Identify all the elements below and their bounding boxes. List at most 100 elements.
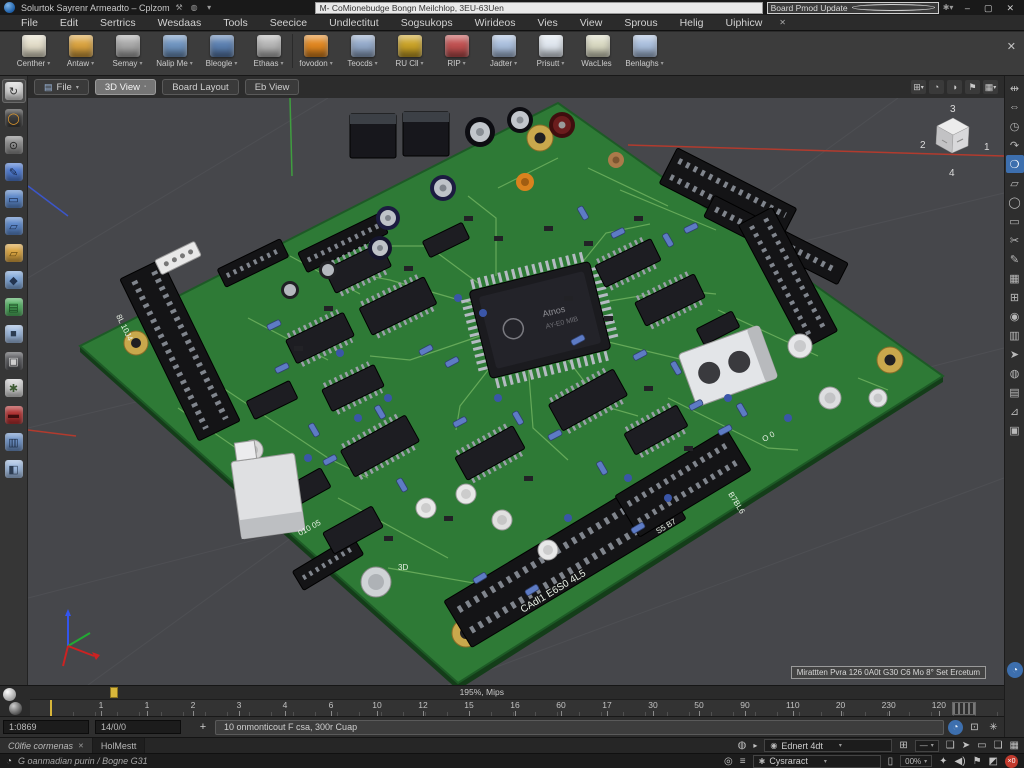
tab-3d-view[interactable]: 3D View ▪ <box>95 79 156 95</box>
material-sphere-white-icon[interactable] <box>3 688 16 701</box>
image-slot-icon[interactable]: ▦ <box>1010 740 1019 751</box>
comment-field[interactable]: 10 onmonticout F csa, 300r Cuap <box>215 720 944 735</box>
tools-dropdown-icon[interactable]: ✱▾ <box>943 2 954 13</box>
search-icon[interactable] <box>852 4 935 11</box>
menu-item[interactable]: Vies <box>526 15 568 31</box>
timeline-keyframe-marker[interactable] <box>110 687 118 698</box>
knife-icon[interactable]: ✂ <box>1006 231 1024 249</box>
tab-board-layout[interactable]: Board Layout <box>162 79 239 95</box>
toolbar-item[interactable]: Nalip Me ▾ <box>151 34 198 68</box>
expand-arrow-icon[interactable]: ▸ <box>753 741 757 750</box>
menu-item[interactable]: Tools <box>212 15 259 31</box>
svg-text:4[interactable]: 4 <box>949 168 955 179</box>
toolbar-item[interactable]: Bleogle ▾ <box>198 34 245 68</box>
left-tool[interactable]: ▱ <box>2 214 26 238</box>
toolbar-item[interactable]: Jadter ▾ <box>480 34 527 68</box>
left-tool[interactable]: ▭ <box>2 187 26 211</box>
toolbar-item[interactable]: fovodon ▾ <box>292 34 339 68</box>
transform-width-icon[interactable]: ⇹ <box>1006 79 1024 97</box>
folder-icon[interactable]: ▭ <box>1006 212 1024 230</box>
book-icon[interactable]: ▤ <box>1006 383 1024 401</box>
clipboard-icon[interactable]: ◑ <box>947 80 962 94</box>
copy-grid-icon[interactable]: ⊞ <box>899 740 907 751</box>
menu-item[interactable]: Sprous <box>613 15 668 31</box>
left-tool[interactable]: ▣ <box>2 349 26 373</box>
menu-item[interactable]: Sertrics <box>89 15 147 31</box>
clone-stamp-icon[interactable]: ⊞ <box>1006 288 1024 306</box>
toolbar-item[interactable]: Antaw ▾ <box>57 34 104 68</box>
globe-icon[interactable]: ◍ <box>189 2 200 13</box>
history-clock-icon[interactable]: ◷ <box>1006 117 1024 135</box>
column-chart-icon[interactable]: ▥ <box>1006 326 1024 344</box>
left-tool[interactable]: ◯ <box>2 106 26 130</box>
left-tool[interactable]: ▥ <box>2 430 26 454</box>
timeline-end-marker[interactable] <box>952 702 976 715</box>
sync-status-icon[interactable]: ◔ <box>948 720 963 735</box>
add-keyframe-button[interactable]: + <box>195 720 211 734</box>
render-profile-dropdown[interactable]: ✱ Cysraract ▾ <box>753 755 881 768</box>
panel-grid-icon[interactable]: ▣ <box>1006 421 1024 439</box>
swirl-brush-icon[interactable]: ◉ <box>1006 307 1024 325</box>
material-sphere-dark-icon[interactable] <box>9 702 22 715</box>
titlebar-caret-icon[interactable]: ▾ <box>204 2 215 13</box>
menu-tab-close-icon[interactable]: ✕ <box>773 18 792 27</box>
tab-console[interactable]: C0lfie cormenas ✕ <box>0 738 93 754</box>
menu-item[interactable]: Wirideos <box>464 15 527 31</box>
menu-item[interactable]: Seecice <box>259 15 318 31</box>
reel-icon[interactable]: ◎ <box>724 756 733 767</box>
svg-text:2[interactable]: 2 <box>920 140 926 151</box>
search-input[interactable]: Board Pmod Update <box>767 2 939 14</box>
pcb-board[interactable]: Atnos AY-E0 MlB <box>80 103 943 685</box>
preset-dropdown[interactable]: ◉ Ednert 4dt ▾ <box>764 739 892 752</box>
menu-item[interactable]: Edit <box>49 15 89 31</box>
toolbar-item[interactable]: Benlaghs ▾ <box>621 34 668 68</box>
menu-item[interactable]: Undlectitut <box>318 15 390 31</box>
toolbar-item[interactable]: Ethaas ▾ <box>245 34 292 68</box>
menu-item[interactable]: Helig <box>669 15 715 31</box>
menu-item[interactable]: Uiphicw <box>715 15 774 31</box>
redo-arrow-icon[interactable]: ↷ <box>1006 136 1024 154</box>
speaker-icon[interactable]: ◀) <box>955 756 966 767</box>
globe-icon[interactable]: ◍ <box>1006 364 1024 382</box>
minimize-button[interactable]: – <box>965 1 970 15</box>
left-tool[interactable]: ▱ <box>2 241 26 265</box>
left-tool[interactable]: ◆ <box>2 268 26 292</box>
list-icon[interactable]: ≡ <box>740 756 746 767</box>
toolbar-close-button[interactable]: ✕ <box>1007 40 1016 53</box>
image-icon[interactable]: ▦ <box>1006 269 1024 287</box>
sphere-badge-icon[interactable]: ◔ <box>1007 662 1023 678</box>
close-button[interactable]: ✕ <box>1006 1 1014 15</box>
tab-file[interactable]: ▤ File ▾ <box>34 79 89 95</box>
frame-icon[interactable]: ❏ <box>994 740 1003 751</box>
page-icon[interactable]: ▯ <box>888 756 894 767</box>
menu-item[interactable]: Wesdaas <box>147 15 213 31</box>
maximize-button[interactable]: ▢ <box>984 1 993 15</box>
left-tool[interactable]: ⊙ <box>2 133 26 157</box>
distribute-icon[interactable]: ⇔ <box>1006 98 1024 116</box>
left-tool[interactable]: ◧ <box>2 457 26 481</box>
blob-brush-icon[interactable]: ❍ <box>1006 155 1024 173</box>
effects-star-icon[interactable]: ✳ <box>986 720 1001 735</box>
comment-bubble-icon[interactable]: ❑ <box>946 740 955 751</box>
stroke-dropdown[interactable]: — ▾ <box>915 740 939 752</box>
lasso-icon[interactable]: ◯ <box>1006 193 1024 211</box>
timeline-ruler[interactable]: 11234610121516601730509011020230120 <box>30 699 1004 717</box>
timeline-header-track[interactable]: 195%, Mips <box>30 686 1004 699</box>
toolbar-item[interactable]: RU Cll ▾ <box>386 34 433 68</box>
toolbar-item[interactable]: WacLles <box>574 34 621 68</box>
toolbar-item[interactable]: Prisutt ▾ <box>527 34 574 68</box>
notifications-badge[interactable]: ×0 <box>1005 755 1018 768</box>
display-mode-dropdown-icon[interactable]: ⊞▾ <box>911 80 926 94</box>
tab-close-icon[interactable]: ✕ <box>78 742 84 750</box>
menu-item[interactable]: Sogsukops <box>390 15 464 31</box>
toolbar-item[interactable]: Teocds ▾ <box>339 34 386 68</box>
address-field[interactable]: M- CoMionebudge Bongn Meilchlop, 3EU-63U… <box>315 2 763 14</box>
left-tool[interactable]: ■ <box>2 322 26 346</box>
toolbar-item[interactable]: Semay ▾ <box>104 34 151 68</box>
left-tool[interactable]: ✱ <box>2 376 26 400</box>
view-cube-gizmo[interactable]: 3 2 1 4 <box>920 104 990 179</box>
stats-icon[interactable]: ⊿ <box>1006 402 1024 420</box>
device-icon[interactable]: ◩ <box>989 756 998 767</box>
menu-item[interactable]: File <box>10 15 49 31</box>
viewport-3d[interactable]: Atnos AY-E0 MlB <box>28 98 1004 685</box>
